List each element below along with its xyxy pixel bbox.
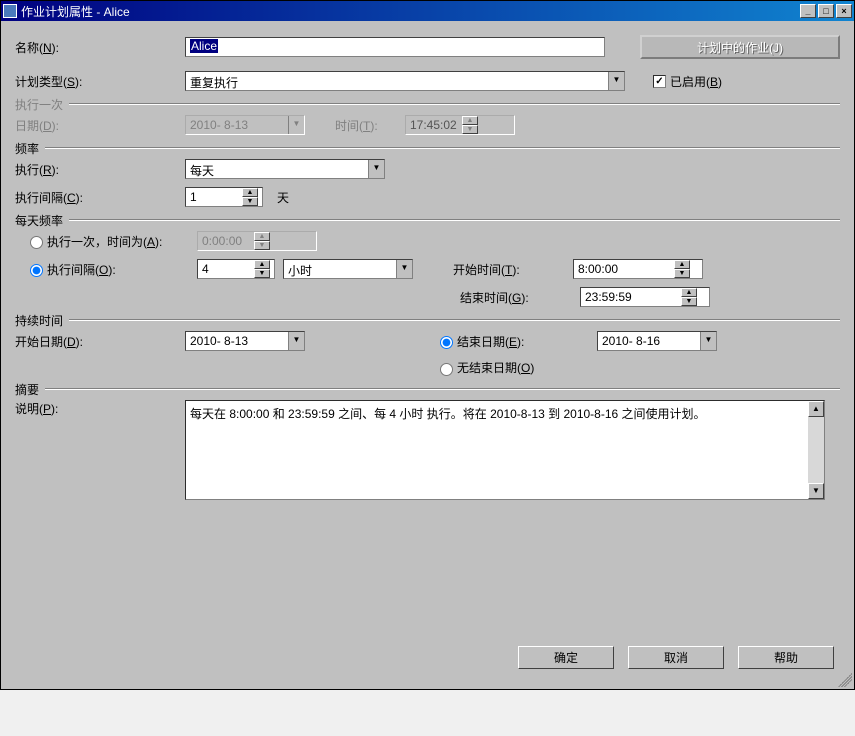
window-title: 作业计划属性 - Alice (21, 3, 130, 20)
description-value: 每天在 8:00:00 和 23:59:59 之间、每 4 小时 执行。将在 2… (190, 407, 706, 421)
recurs-every-unit: 天 (277, 189, 289, 206)
end-time-value[interactable] (581, 288, 681, 306)
start-time-spinner[interactable]: ▲▼ (573, 259, 703, 279)
dialog-buttons: 确定 取消 帮助 (518, 646, 834, 669)
dialog-content: 名称(N): Alice 计划中的作业(J) 计划类型(S): 重复执行 ▼ ✓… (1, 21, 854, 689)
spin-up-icon[interactable]: ▲ (681, 288, 697, 297)
chevron-down-icon[interactable]: ▼ (608, 72, 624, 90)
end-time-label: 结束时间(G): (460, 289, 580, 306)
once-time-label: 时间(T): (335, 117, 405, 134)
end-date-label: 结束日期(E): (457, 333, 597, 350)
close-button[interactable]: × (836, 4, 852, 18)
occurs-label: 执行(R): (15, 161, 185, 178)
scroll-track[interactable] (808, 417, 824, 483)
spin-down-icon[interactable]: ▼ (254, 269, 270, 278)
start-time-label: 开始时间(T): (453, 261, 573, 278)
no-end-date-radio[interactable] (440, 363, 453, 376)
name-input[interactable]: Alice (185, 37, 605, 57)
spin-up-icon: ▲ (462, 116, 478, 125)
chevron-down-icon[interactable]: ▼ (368, 160, 384, 178)
once-time-value (406, 116, 462, 134)
summary-section-title: 摘要 (15, 381, 45, 398)
check-icon: ✓ (653, 75, 666, 88)
name-value: Alice (190, 39, 218, 53)
enabled-label: 已启用(B) (670, 73, 722, 90)
chevron-down-icon[interactable]: ▼ (700, 332, 716, 350)
spin-down-icon[interactable]: ▼ (242, 197, 258, 206)
schedule-type-select[interactable]: 重复执行 ▼ (185, 71, 625, 91)
frequency-section-title: 频率 (15, 140, 45, 157)
recurs-every-value[interactable] (186, 188, 242, 206)
chevron-down-icon[interactable]: ▼ (288, 332, 304, 350)
minimize-button[interactable]: _ (800, 4, 816, 18)
chevron-down-icon[interactable]: ▼ (396, 260, 412, 278)
end-date-radio[interactable] (440, 336, 453, 349)
occurs-once-radio[interactable] (30, 236, 43, 249)
spin-down-icon[interactable]: ▼ (681, 297, 697, 306)
scroll-up-icon[interactable]: ▲ (808, 401, 824, 417)
end-date-picker[interactable]: 2010- 8-16 ▼ (597, 331, 717, 351)
start-date-value: 2010- 8-13 (186, 332, 288, 350)
chevron-down-icon: ▼ (288, 116, 304, 134)
spin-up-icon[interactable]: ▲ (674, 260, 690, 269)
occurs-once-at-value (198, 232, 254, 250)
end-date-value: 2010- 8-16 (598, 332, 700, 350)
start-date-picker[interactable]: 2010- 8-13 ▼ (185, 331, 305, 351)
occurs-once-at-spinner: ▲▼ (197, 231, 317, 251)
duration-section-title: 持续时间 (15, 312, 69, 329)
spin-down-icon: ▼ (254, 241, 270, 250)
titlebar: 作业计划属性 - Alice _ □ × (1, 1, 854, 21)
occurs-every-unit-select[interactable]: 小时 ▼ (283, 259, 413, 279)
occurs-every-spinner[interactable]: ▲▼ (197, 259, 275, 279)
schedule-type-label: 计划类型(S): (15, 73, 185, 90)
recurs-every-label: 执行间隔(C): (15, 189, 185, 206)
dialog-window: 作业计划属性 - Alice _ □ × 名称(N): Alice 计划中的作业… (0, 0, 855, 690)
execute-once-section-title: 执行一次 (15, 96, 69, 113)
recurs-every-spinner[interactable]: ▲▼ (185, 187, 263, 207)
daily-freq-section-title: 每天频率 (15, 212, 69, 229)
occurs-every-value[interactable] (198, 260, 254, 278)
cancel-button[interactable]: 取消 (628, 646, 724, 669)
end-time-spinner[interactable]: ▲▼ (580, 287, 710, 307)
once-time-spinner: ▲▼ (405, 115, 515, 135)
once-date-picker: 2010- 8-13 ▼ (185, 115, 305, 135)
occurs-select[interactable]: 每天 ▼ (185, 159, 385, 179)
maximize-button[interactable]: □ (818, 4, 834, 18)
app-icon (3, 4, 17, 18)
name-label: 名称(N): (15, 39, 185, 56)
occurs-every-label: 执行间隔(O): (47, 261, 197, 278)
occurs-once-at-label: 执行一次，时间为(A): (47, 233, 197, 250)
spin-up-icon: ▲ (254, 232, 270, 241)
spin-down-icon: ▼ (462, 125, 478, 134)
start-date-label: 开始日期(D): (15, 333, 185, 350)
description-label: 说明(P): (15, 400, 185, 417)
ok-button[interactable]: 确定 (518, 646, 614, 669)
enabled-checkbox[interactable]: ✓ 已启用(B) (653, 73, 722, 90)
schedule-type-value: 重复执行 (186, 72, 608, 90)
once-date-label: 日期(D): (15, 117, 185, 134)
jobs-in-schedule-button[interactable]: 计划中的作业(J) (640, 35, 840, 59)
occurs-value: 每天 (186, 160, 368, 178)
start-time-value[interactable] (574, 260, 674, 278)
once-date-value: 2010- 8-13 (186, 116, 288, 134)
spin-up-icon[interactable]: ▲ (254, 260, 270, 269)
occurs-every-radio[interactable] (30, 264, 43, 277)
help-button[interactable]: 帮助 (738, 646, 834, 669)
spin-down-icon[interactable]: ▼ (674, 269, 690, 278)
scrollbar[interactable]: ▲ ▼ (808, 401, 824, 499)
description-textarea[interactable]: 每天在 8:00:00 和 23:59:59 之间、每 4 小时 执行。将在 2… (185, 400, 825, 500)
spin-up-icon[interactable]: ▲ (242, 188, 258, 197)
occurs-every-unit: 小时 (284, 260, 396, 278)
window-controls: _ □ × (800, 4, 852, 18)
no-end-date-label: 无结束日期(O) (457, 359, 534, 376)
resize-grip-icon[interactable] (838, 673, 852, 687)
scroll-down-icon[interactable]: ▼ (808, 483, 824, 499)
